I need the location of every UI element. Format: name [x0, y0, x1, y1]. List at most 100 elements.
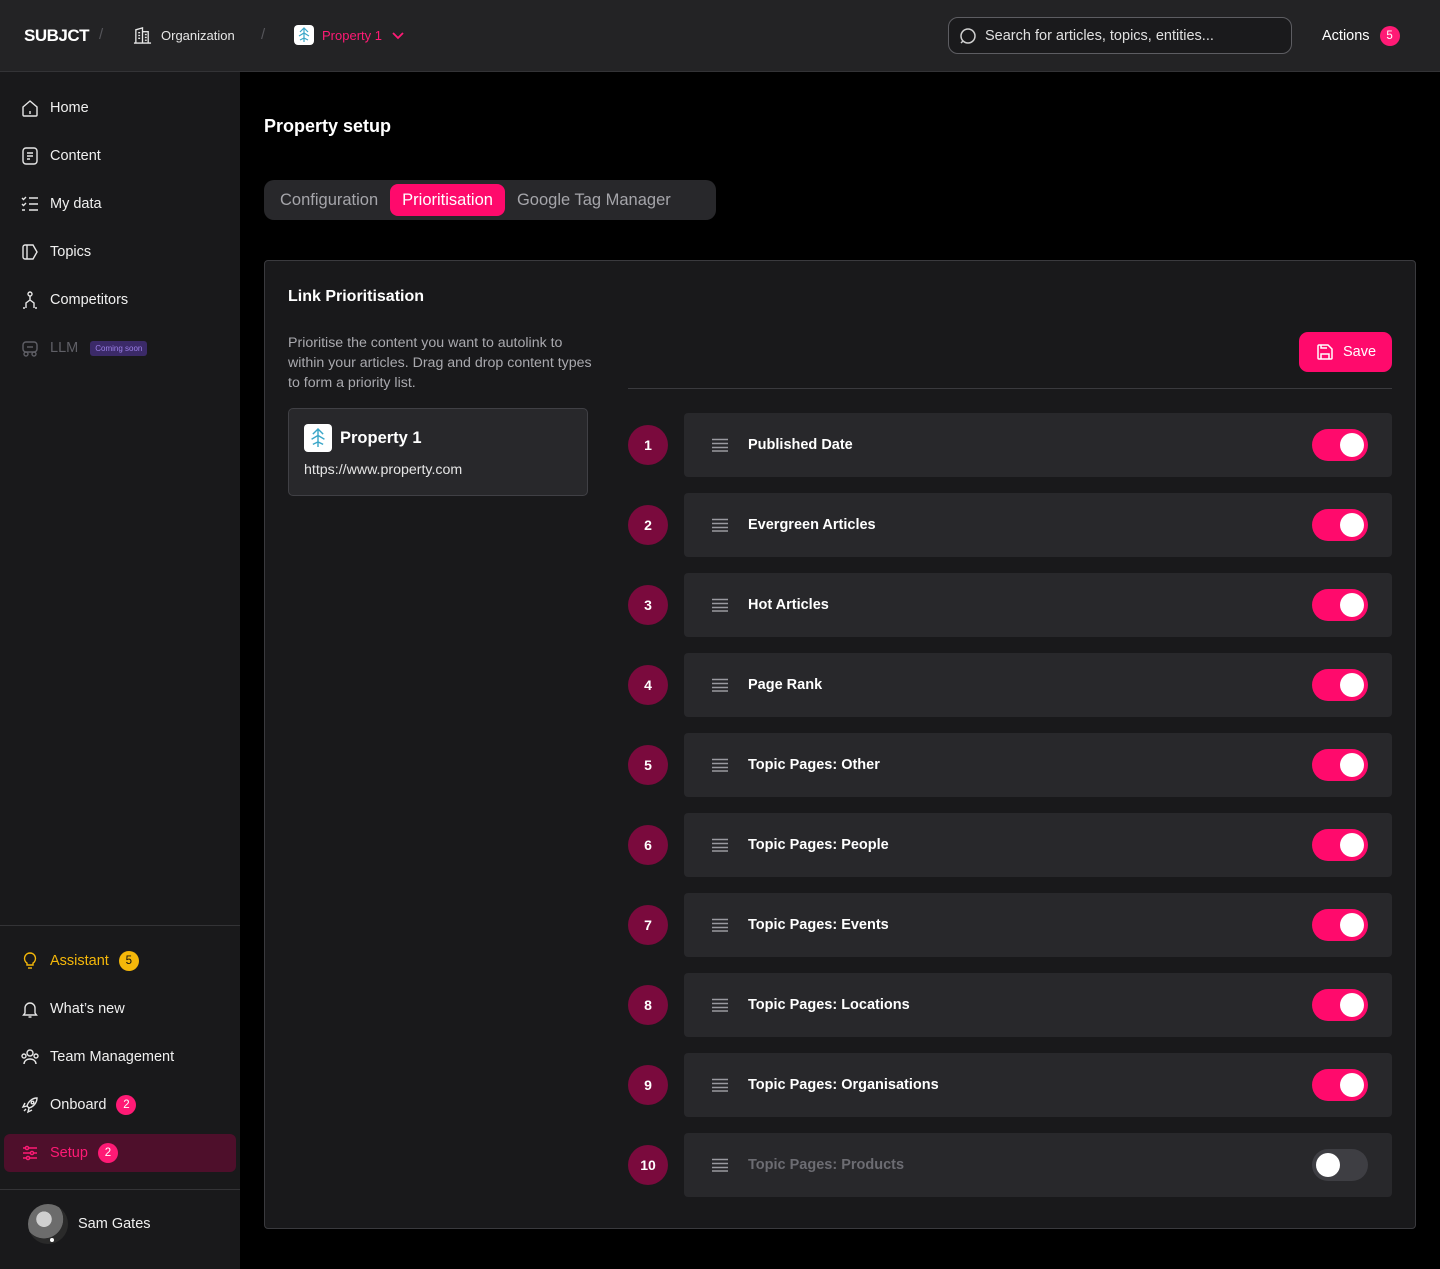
save-button-label: Save: [1342, 344, 1377, 360]
onboard-count-badge: 2: [116, 1095, 137, 1115]
enable-toggle[interactable]: [1312, 1069, 1368, 1101]
tab-prioritisation[interactable]: Prioritisation: [390, 184, 505, 216]
sidebar-item-onboard[interactable]: Onboard 2: [4, 1086, 236, 1124]
property-logo-icon: [294, 25, 314, 45]
rank-badge: 1: [628, 425, 668, 465]
enable-toggle[interactable]: [1312, 429, 1368, 461]
priority-item-label: Hot Articles: [748, 597, 829, 613]
priority-item[interactable]: Topic Pages: Organisations: [684, 1053, 1392, 1117]
sidebar-item-content[interactable]: Content: [4, 137, 236, 175]
sidebar-item-team-management[interactable]: Team Management: [4, 1038, 236, 1076]
sidebar-item-label: Competitors: [50, 292, 129, 308]
priority-item[interactable]: Published Date: [684, 413, 1392, 477]
priority-row: 1 Published Date: [628, 413, 1392, 477]
sidebar-item-label: Content: [50, 148, 101, 164]
priority-item-label: Published Date: [748, 437, 853, 453]
priority-item-label: Topic Pages: Events: [748, 917, 889, 933]
llm-icon: [22, 341, 38, 357]
actions-count-badge: 5: [1379, 26, 1400, 46]
sidebar-item-home[interactable]: Home: [4, 89, 236, 127]
sidebar-item-label: Onboard: [50, 1097, 107, 1113]
drag-handle-icon[interactable]: [712, 598, 728, 612]
tab-google-tag-manager[interactable]: Google Tag Manager: [505, 184, 683, 216]
app-logo[interactable]: SUBJCT: [24, 26, 90, 46]
enable-toggle[interactable]: [1312, 749, 1368, 781]
breadcrumb-separator: /: [261, 26, 266, 43]
sidebar-item-setup[interactable]: Setup 2: [4, 1134, 236, 1172]
enable-toggle[interactable]: [1312, 669, 1368, 701]
list-icon: [21, 196, 38, 211]
bell-icon: [22, 1002, 38, 1018]
sidebar-item-llm: LLM Coming soon: [4, 329, 236, 367]
enable-toggle[interactable]: [1312, 1149, 1368, 1181]
priority-item-label: Topic Pages: Other: [748, 757, 880, 773]
breadcrumb-organization[interactable]: Organization: [133, 26, 235, 45]
sidebar-item-label: Home: [50, 100, 89, 116]
enable-toggle[interactable]: [1312, 829, 1368, 861]
sidebar-item-label: LLM: [50, 340, 79, 356]
sidebar-item-topics[interactable]: Topics: [4, 233, 236, 271]
sidebar-item-label: Team Management: [50, 1049, 175, 1065]
tab-configuration[interactable]: Configuration: [268, 184, 390, 216]
search-input[interactable]: [985, 27, 1285, 44]
content-icon: [22, 147, 38, 165]
search-box[interactable]: [948, 17, 1292, 54]
priority-item[interactable]: Topic Pages: Events: [684, 893, 1392, 957]
user-name: Sam Gates: [78, 1216, 151, 1232]
priority-item-label: Topic Pages: Organisations: [748, 1077, 939, 1093]
priority-item[interactable]: Page Rank: [684, 653, 1392, 717]
drag-handle-icon[interactable]: [712, 758, 728, 772]
team-icon: [21, 1049, 39, 1065]
priority-item-label: Page Rank: [748, 677, 823, 693]
sidebar-item-competitors[interactable]: Competitors: [4, 281, 236, 319]
priority-item[interactable]: Topic Pages: Products: [684, 1133, 1392, 1197]
drag-handle-icon[interactable]: [712, 998, 728, 1012]
rank-badge: 8: [628, 985, 668, 1025]
priority-item[interactable]: Evergreen Articles: [684, 493, 1392, 557]
property-switcher[interactable]: Property 1: [294, 25, 406, 45]
building-icon: [133, 27, 152, 44]
priority-row: 3 Hot Articles: [628, 573, 1392, 637]
rank-badge: 9: [628, 1065, 668, 1105]
drag-handle-icon[interactable]: [712, 838, 728, 852]
rank-badge: 10: [628, 1145, 668, 1185]
enable-toggle[interactable]: [1312, 909, 1368, 941]
enable-toggle[interactable]: [1312, 989, 1368, 1021]
sidebar-item-my-data[interactable]: My data: [4, 185, 236, 223]
actions-button[interactable]: Actions 5: [1322, 26, 1400, 46]
breadcrumb-separator: /: [99, 26, 104, 43]
priority-item-label: Topic Pages: Locations: [748, 997, 910, 1013]
top-bar: SUBJCT / Organization / Property 1 Actio…: [0, 0, 1440, 72]
save-icon: [1317, 344, 1333, 360]
enable-toggle[interactable]: [1312, 509, 1368, 541]
priority-row: 9 Topic Pages: Organisations: [628, 1053, 1392, 1117]
drag-handle-icon[interactable]: [712, 918, 728, 932]
priority-row: 4 Page Rank: [628, 653, 1392, 717]
drag-handle-icon[interactable]: [712, 438, 728, 452]
drag-handle-icon[interactable]: [712, 518, 728, 532]
priority-item[interactable]: Topic Pages: Other: [684, 733, 1392, 797]
priority-row: 7 Topic Pages: Events: [628, 893, 1392, 957]
sidebar-item-label: Assistant: [50, 953, 109, 969]
priority-item[interactable]: Topic Pages: Locations: [684, 973, 1392, 1037]
save-button[interactable]: Save: [1299, 332, 1392, 372]
card-title: Link Prioritisation: [288, 288, 425, 305]
property-name: Property 1: [340, 429, 422, 447]
sidebar-item-assistant[interactable]: Assistant 5: [4, 942, 236, 980]
breadcrumb-organization-label: Organization: [161, 28, 235, 43]
rank-badge: 6: [628, 825, 668, 865]
competitors-icon: [23, 291, 37, 309]
user-profile[interactable]: Sam Gates: [28, 1204, 151, 1244]
sidebar-item-label: Topics: [50, 244, 92, 260]
priority-item[interactable]: Topic Pages: People: [684, 813, 1392, 877]
drag-handle-icon[interactable]: [712, 1078, 728, 1092]
priority-item-label: Evergreen Articles: [748, 517, 876, 533]
drag-handle-icon[interactable]: [712, 678, 728, 692]
sidebar-item-whats-new[interactable]: What’s new: [4, 990, 236, 1028]
priority-row: 2 Evergreen Articles: [628, 493, 1392, 557]
enable-toggle[interactable]: [1312, 589, 1368, 621]
priority-item[interactable]: Hot Articles: [684, 573, 1392, 637]
drag-handle-icon[interactable]: [712, 1158, 728, 1172]
search-icon: [960, 27, 976, 44]
property-switcher-label: Property 1: [322, 27, 382, 43]
